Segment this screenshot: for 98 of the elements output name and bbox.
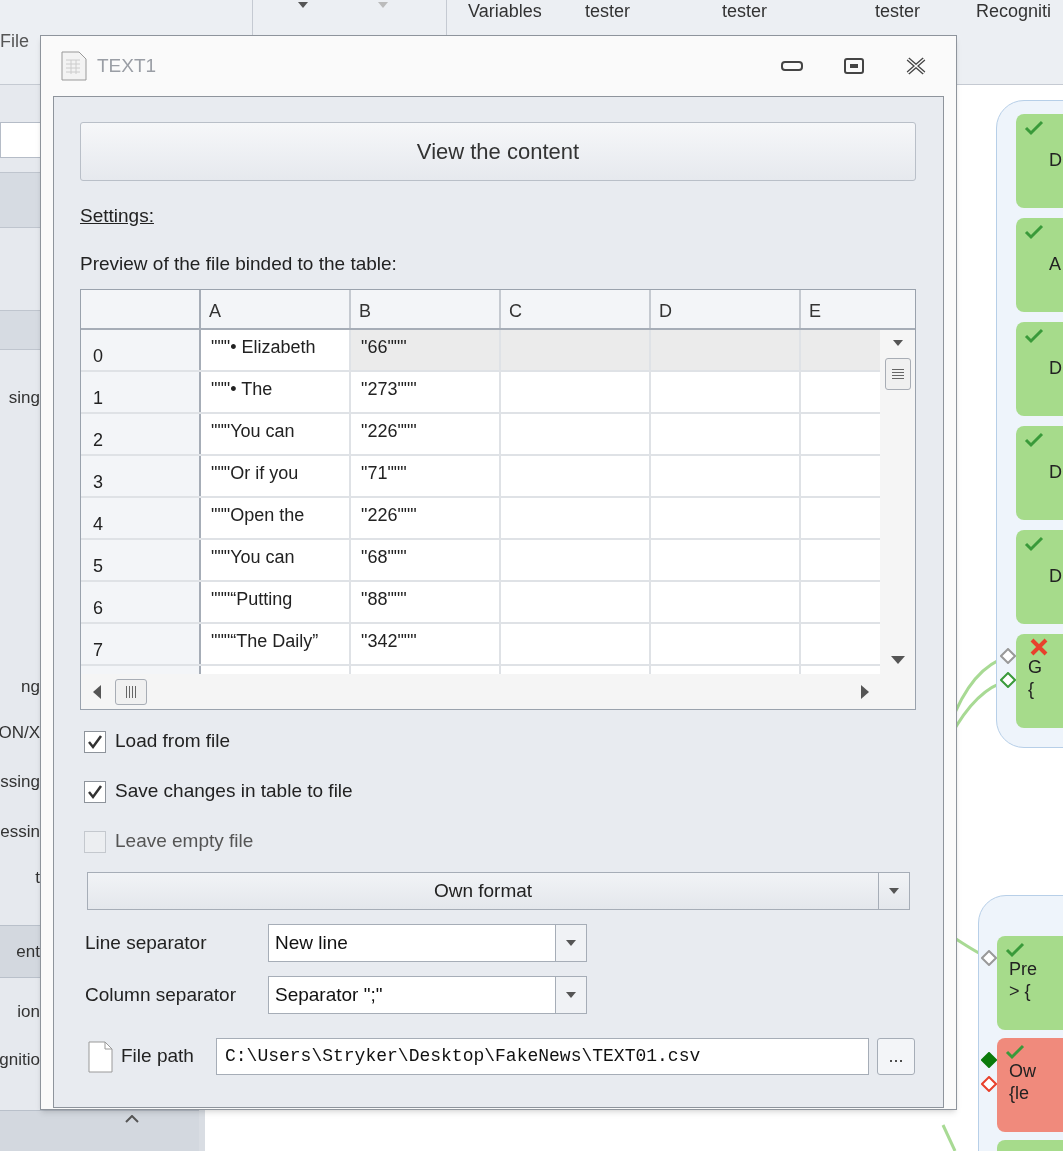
table-row[interactable]: 0 """• Elizabeth "66""" (81, 330, 880, 372)
separator-dropdown[interactable]: Separator ";" (268, 976, 587, 1014)
table-cell: """• Elizabeth (201, 330, 351, 370)
caret-down-icon (566, 992, 576, 998)
horizontal-scrollbar[interactable] (81, 674, 915, 709)
settings-label: Settings: (80, 204, 154, 228)
checkbox-label: Save changes in table to file (115, 779, 353, 804)
ribbon-button[interactable]: tester (722, 1, 768, 21)
table-row[interactable]: 4 """Open the "226""" (81, 498, 880, 540)
table-cell: "71""" (351, 456, 501, 496)
port-icon[interactable] (1000, 672, 1016, 688)
row-header[interactable]: 2 (81, 414, 201, 454)
scroll-down-icon[interactable] (890, 656, 905, 664)
scroll-right-icon[interactable] (861, 684, 869, 699)
view-content-button[interactable]: View the content (80, 122, 916, 181)
column-header[interactable]: A (201, 290, 351, 328)
scroll-thumb[interactable] (884, 358, 911, 390)
flow-node[interactable]: Ow {le (997, 1038, 1063, 1132)
table-cell: "88""" (351, 582, 501, 622)
row-header[interactable]: 5 (81, 540, 201, 580)
table-row[interactable]: 7 """“The Daily” "342""" (81, 624, 880, 666)
column-header[interactable]: B (351, 290, 501, 328)
document-icon (61, 51, 87, 81)
flow-node[interactable]: A (1016, 218, 1063, 312)
checkmark-icon (87, 733, 103, 750)
window-title: TEXT1 (97, 53, 157, 78)
file-path-field[interactable]: C:\Users\Stryker\Desktop\FakeNews\TEXT01.csv (216, 1038, 869, 1075)
row-header[interactable]: 3 (81, 456, 201, 496)
checkbox-label: Leave empty file (115, 829, 254, 854)
row-header[interactable]: 4 (81, 498, 201, 538)
table-cell: "273""" (351, 372, 501, 412)
node-label: > { (1009, 980, 1032, 1002)
scroll-up-icon (892, 340, 903, 346)
flow-node[interactable]: D (1016, 426, 1063, 520)
format-dropdown[interactable]: Own format (87, 872, 910, 910)
connector-line (941, 1124, 957, 1151)
checkbox[interactable] (84, 730, 106, 753)
file-icon (88, 1040, 113, 1073)
node-label: G (1028, 656, 1042, 678)
column-header[interactable]: C (501, 290, 651, 328)
port-icon[interactable] (981, 1076, 997, 1092)
caret-down-icon (889, 888, 899, 894)
node-label: D (1049, 149, 1062, 172)
field-label: File path (121, 1044, 195, 1069)
close-icon (905, 57, 927, 75)
column-header[interactable]: E (801, 290, 915, 328)
ribbon-button[interactable]: Recogniti (976, 1, 1052, 21)
row-header[interactable]: 0 (81, 330, 201, 370)
table-cell: "68""" (351, 540, 501, 580)
row-header[interactable]: 6 (81, 582, 201, 622)
table-row[interactable]: 3 """Or if you "71""" (81, 456, 880, 498)
flow-node[interactable]: G { (1016, 634, 1063, 728)
node-label: {le (1009, 1082, 1031, 1104)
checkbox[interactable] (84, 780, 106, 803)
table-cell: "226""" (351, 414, 501, 454)
vertical-scrollbar[interactable] (880, 330, 915, 674)
scroll-thumb[interactable] (115, 678, 147, 705)
caret-down-icon (378, 2, 388, 8)
node-label: Ow (1009, 1060, 1036, 1082)
field-label: Line separator (84, 930, 208, 955)
table-row[interactable]: 6 """“Putting "88""" (81, 582, 880, 624)
caret-up-icon[interactable] (125, 1115, 139, 1123)
node-label: D (1049, 461, 1062, 484)
node-label: A (1049, 253, 1061, 276)
flow-node[interactable]: D (1016, 530, 1063, 624)
table-row[interactable]: 5 """You can "68""" (81, 540, 880, 582)
node-label: D (1049, 357, 1062, 380)
scroll-left-icon[interactable] (93, 684, 101, 699)
table-row[interactable]: 2 """You can "226""" (81, 414, 880, 456)
flow-node[interactable]: Pre > { (997, 936, 1063, 1030)
separator-dropdown[interactable]: New line (268, 924, 587, 962)
column-header[interactable]: D (651, 290, 801, 328)
table-cell: "226""" (351, 498, 501, 538)
table-cell: "342""" (351, 624, 501, 664)
row-header[interactable]: 1 (81, 372, 201, 412)
flow-node[interactable]: D (1016, 322, 1063, 416)
node-label: { (1028, 678, 1035, 700)
restore-icon (844, 58, 864, 74)
node-label: D (1049, 565, 1062, 588)
node-label: Pre (1009, 958, 1037, 980)
port-icon[interactable] (981, 950, 997, 966)
minimize-icon (781, 61, 803, 71)
caret-down-icon (298, 2, 308, 8)
preview-label: Preview of the file binded to the table: (80, 252, 397, 276)
ribbon-button[interactable]: tester (585, 1, 631, 21)
checkbox-label: Load from file (115, 729, 231, 754)
flow-node[interactable]: D (1016, 114, 1063, 208)
port-icon[interactable] (1000, 648, 1016, 664)
checkmark-icon (87, 783, 103, 800)
field-label: Column separator (84, 982, 238, 1007)
ribbon-button[interactable]: Variables (468, 1, 542, 21)
ribbon-button[interactable]: tester (875, 1, 921, 21)
browse-button[interactable]: ... (877, 1038, 915, 1075)
caret-down-icon (566, 940, 576, 946)
table-row[interactable]: 1 """• The "273""" (81, 372, 880, 414)
row-header[interactable]: 7 (81, 624, 201, 664)
port-icon[interactable] (981, 1052, 997, 1068)
table-cell: "66""" (351, 330, 501, 370)
